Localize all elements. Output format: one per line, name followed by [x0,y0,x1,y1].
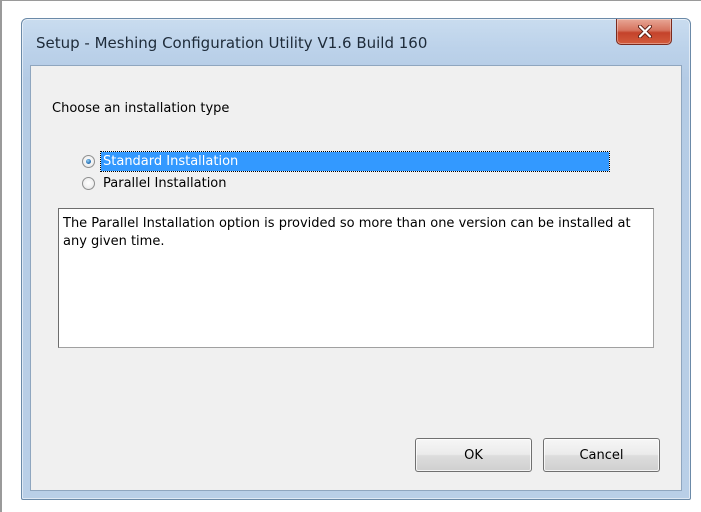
installation-type-prompt: Choose an installation type [52,101,230,116]
standard-installation-label[interactable]: Standard Installation [100,151,610,172]
parallel-installation-label[interactable]: Parallel Installation [101,174,227,193]
window-title: Setup - Meshing Configuration Utility V1… [36,34,428,52]
close-icon [638,25,652,38]
ok-button[interactable]: OK [415,438,532,472]
dialog-client-area: Choose an installation type Standard Ins… [30,65,682,491]
close-button[interactable] [616,19,672,45]
radio-button-icon[interactable] [82,155,95,168]
description-text: The Parallel Installation option is prov… [63,216,631,249]
option-standard-installation[interactable]: Standard Installation [82,151,642,172]
screen: Setup - Meshing Configuration Utility V1… [0,0,701,512]
option-parallel-installation[interactable]: Parallel Installation [82,174,382,194]
description-box: The Parallel Installation option is prov… [58,208,654,348]
radio-button-icon[interactable] [82,177,95,190]
setup-window: Setup - Meshing Configuration Utility V1… [21,18,691,500]
radio-selected-dot [86,159,91,164]
title-bar[interactable]: Setup - Meshing Configuration Utility V1… [22,19,690,65]
cancel-button[interactable]: Cancel [543,438,660,472]
